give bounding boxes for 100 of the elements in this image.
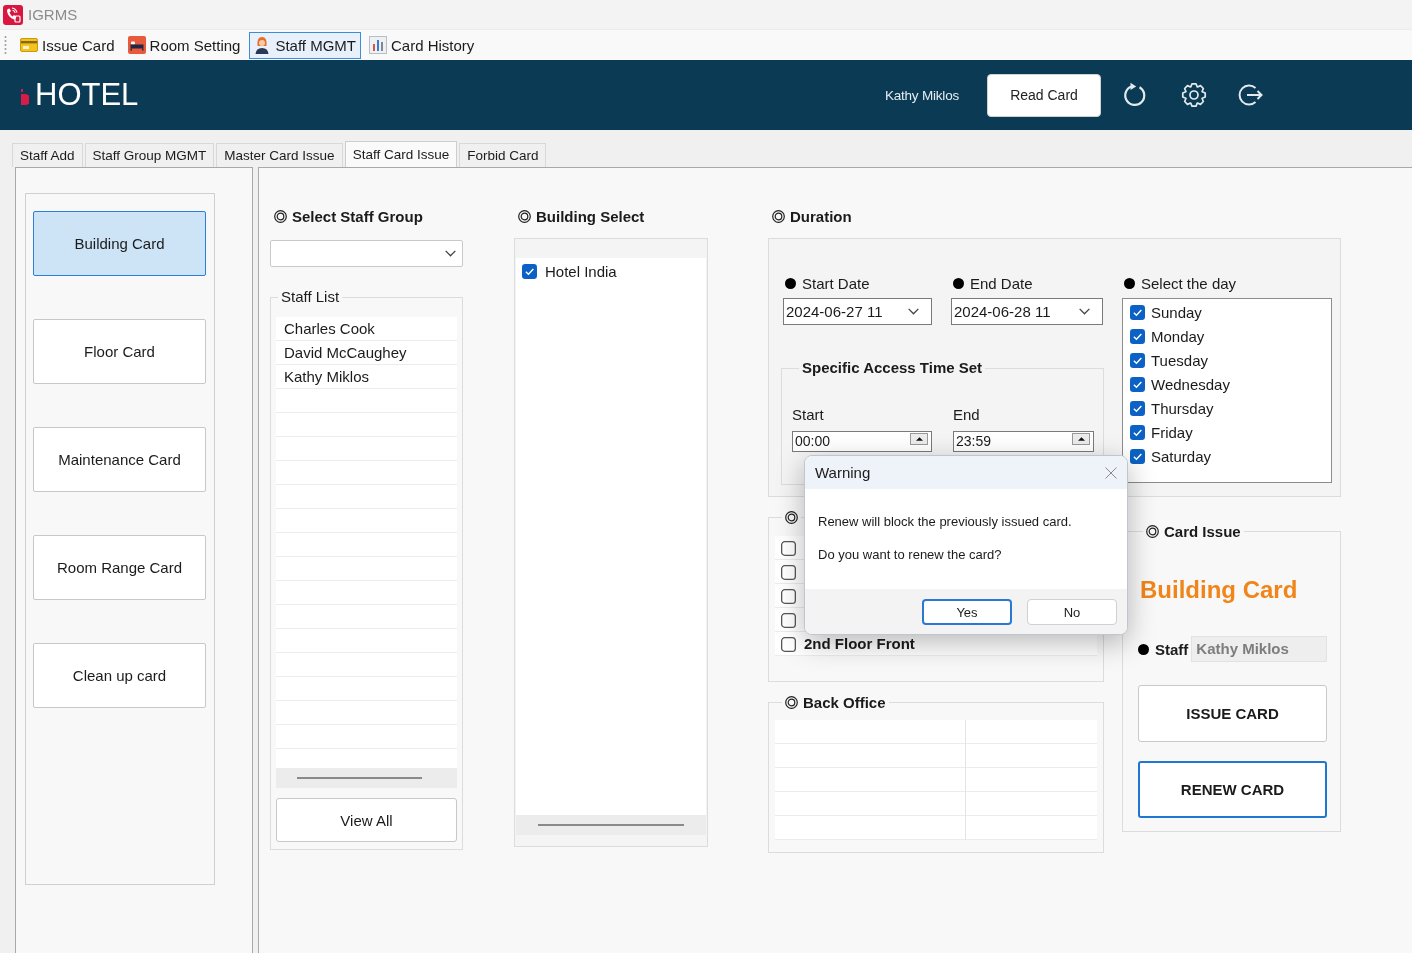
dialog-title: Warning — [815, 464, 871, 481]
field-label: Start Date — [802, 274, 870, 292]
checkbox[interactable] — [781, 564, 796, 580]
checkbox[interactable] — [1130, 352, 1145, 368]
field-label: End — [953, 407, 981, 423]
checkbox[interactable] — [1130, 304, 1145, 320]
checkbox[interactable] — [1130, 424, 1145, 440]
read-card-button[interactable]: Read Card — [987, 73, 1101, 117]
day-name[interactable]: Saturday — [1151, 447, 1212, 465]
double-circle-icon — [518, 209, 531, 223]
tab[interactable]: Staff Card Issue — [344, 141, 458, 167]
checkbox[interactable] — [781, 540, 796, 556]
checkbox[interactable] — [1130, 376, 1145, 392]
checkbox[interactable] — [781, 588, 796, 604]
spin-up-button[interactable] — [1072, 433, 1090, 445]
scrollbar-thumb[interactable] — [297, 777, 422, 779]
day-name[interactable]: Tuesday — [1151, 351, 1208, 369]
triangle-up-icon — [1077, 437, 1085, 441]
group-title: Specific Access Time Set — [801, 359, 984, 377]
refresh-icon[interactable] — [1122, 82, 1148, 108]
staff-field[interactable]: Kathy Miklos — [1191, 636, 1327, 662]
field-label: End Date — [970, 274, 1033, 292]
double-circle-icon — [785, 695, 798, 709]
checkbox[interactable] — [781, 636, 796, 652]
card-action-button[interactable]: RENEW CARD — [1138, 761, 1327, 818]
group-title: Staff List — [280, 288, 341, 306]
card-type-button[interactable]: Room Range Card — [33, 535, 206, 600]
checkbox[interactable] — [1130, 448, 1145, 464]
card-icon — [20, 36, 38, 54]
settings-icon[interactable] — [1181, 82, 1207, 108]
toolbar-button[interactable]: Staff MGMT — [249, 31, 361, 59]
tab[interactable]: Forbid Card — [459, 143, 547, 167]
section-title: Building Select — [536, 207, 645, 225]
group-title: Card Issue — [1164, 522, 1241, 540]
horizontal-scrollbar[interactable] — [276, 768, 457, 788]
card-type-title: Building Card — [1139, 575, 1299, 605]
bullet-icon — [785, 277, 796, 289]
double-circle-icon — [785, 510, 798, 524]
checkbox[interactable] — [1130, 328, 1145, 344]
start-time-field[interactable]: 00:00 — [792, 431, 932, 452]
dialog-message: Do you want to renew the card? — [818, 547, 1003, 563]
section-title: Select Staff Group — [292, 207, 423, 225]
spin-up-button[interactable] — [910, 433, 928, 445]
building-name[interactable]: Hotel India — [545, 262, 617, 280]
checkbox[interactable] — [781, 612, 796, 628]
scrollbar-thumb[interactable] — [538, 824, 684, 826]
toolbar-button[interactable]: Issue Card — [16, 31, 120, 59]
chart-icon — [369, 36, 387, 54]
double-circle-icon — [1146, 524, 1159, 538]
chevron-down-icon — [1079, 308, 1090, 315]
logo-icon — [20, 89, 29, 105]
tab[interactable]: Master Card Issue — [216, 143, 343, 167]
start-date-field[interactable]: 2024-06-27 11 — [783, 298, 932, 325]
staff-list-item[interactable]: Charles Cook — [276, 317, 457, 341]
field-label: Start — [792, 407, 825, 423]
day-name[interactable]: Friday — [1151, 423, 1193, 441]
tab[interactable]: Staff Add — [12, 143, 83, 167]
triangle-up-icon — [915, 437, 923, 441]
bullet-icon — [953, 277, 964, 289]
grip-icon — [4, 35, 7, 55]
checkbox[interactable] — [1130, 400, 1145, 416]
dialog-message: Renew will block the previously issued card. — [818, 514, 1073, 530]
chevron-down-icon — [908, 308, 919, 315]
double-circle-icon — [772, 209, 785, 223]
horizontal-scrollbar[interactable] — [516, 815, 706, 835]
toolbar-button[interactable]: Card History — [365, 31, 480, 59]
app-icon — [3, 4, 23, 25]
day-name[interactable]: Thursday — [1151, 399, 1214, 417]
card-type-button[interactable]: Building Card — [33, 211, 206, 276]
day-name[interactable]: Sunday — [1151, 303, 1202, 321]
double-circle-icon — [274, 209, 287, 223]
view-all-button[interactable]: View All — [276, 798, 457, 842]
user-name: Kathy Miklos — [884, 87, 959, 103]
staff-label: Staff — [1155, 640, 1189, 658]
card-type-button[interactable]: Clean up card — [33, 643, 206, 708]
end-date-field[interactable]: 2024-06-28 11 — [951, 298, 1103, 325]
dialog-button[interactable]: Yes — [922, 599, 1012, 625]
bullet-icon — [1138, 643, 1149, 655]
app-title: IGRMS — [28, 6, 78, 23]
card-type-button[interactable]: Maintenance Card — [33, 427, 206, 492]
checkbox[interactable] — [522, 263, 537, 279]
tab[interactable]: Staff Group MGMT — [84, 143, 215, 167]
dialog-button[interactable]: No — [1027, 599, 1117, 625]
field-label: Select the day — [1141, 274, 1237, 292]
day-name[interactable]: Monday — [1151, 327, 1205, 345]
card-action-button[interactable]: ISSUE CARD — [1138, 685, 1327, 742]
staff-list-item[interactable]: Kathy Miklos — [276, 365, 457, 389]
bullet-icon — [1124, 277, 1135, 289]
toolbar-button[interactable]: Room Setting — [123, 31, 246, 59]
card-type-button[interactable]: Floor Card — [33, 319, 206, 384]
logout-icon[interactable] — [1237, 82, 1263, 108]
bed-icon — [127, 36, 146, 54]
staff-list-item[interactable]: David McCaughey — [276, 341, 457, 365]
group-title: Back Office — [803, 693, 886, 711]
day-name[interactable]: Wednesday — [1151, 375, 1230, 393]
brand-title: HOTEL — [35, 77, 139, 113]
end-time-field[interactable]: 23:59 — [953, 431, 1094, 452]
floor-name[interactable]: 2nd Floor Front — [804, 636, 915, 652]
close-icon[interactable] — [1105, 466, 1117, 479]
chevron-down-icon — [445, 250, 456, 257]
